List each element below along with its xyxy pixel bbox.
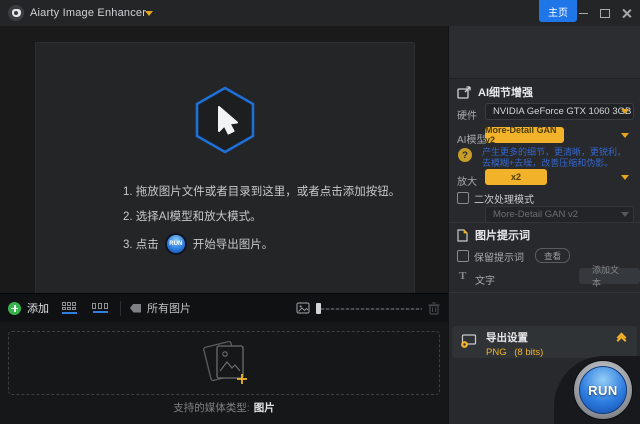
all-images-label: 所有图片 xyxy=(147,300,191,316)
secondary-model-value: More-Detail GAN v2 xyxy=(493,209,578,220)
hardware-dropdown[interactable]: NVIDIA GeForce GTX 1060 3GB xyxy=(485,103,634,120)
minimize-button[interactable] xyxy=(572,0,594,26)
scale-selected-value[interactable]: x2 xyxy=(485,169,547,185)
supported-media-line: 支持的媒体类型: 图片 xyxy=(0,400,448,415)
image-dropzone[interactable]: 1. 拖放图片文件或者目录到这里，或者点击添加按钮。 2. 选择AI模型和放大模… xyxy=(35,42,415,294)
step-3-suffix: 开始导出图片。 xyxy=(193,236,274,252)
tab-all-images[interactable]: 所有图片 xyxy=(130,300,191,316)
settings-sidebar: AI细节增强 硬件 NVIDIA GeForce GTX 1060 3GB AI… xyxy=(448,26,640,424)
close-button[interactable] xyxy=(616,0,638,26)
export-format-value: PNG xyxy=(486,347,507,358)
list-view-button[interactable] xyxy=(89,299,111,317)
slider-track xyxy=(316,308,422,310)
titlebar: Aiarty Image Enhancer 主页 xyxy=(0,0,640,27)
slider-thumb[interactable] xyxy=(316,303,321,314)
text-style-icon: T xyxy=(459,270,466,282)
ai-enhance-title: AI细节增强 xyxy=(478,84,533,100)
hardware-value: NVIDIA GeForce GTX 1060 3GB xyxy=(493,106,631,117)
step-3: 3. 点击 RUN 开始导出图片。 xyxy=(123,233,400,255)
title-dropdown-chevron-icon[interactable] xyxy=(145,11,153,16)
add-button[interactable]: 添加 xyxy=(8,300,49,316)
aiarty-window: Aiarty Image Enhancer 主页 1. 拖放图片文件或者目录到这… xyxy=(0,0,640,424)
help-icon[interactable]: ? xyxy=(458,148,472,162)
add-text-button[interactable]: 添加文本 xyxy=(579,268,640,284)
step-3-prefix: 3. 点击 xyxy=(123,236,159,252)
maximize-icon xyxy=(600,9,610,18)
export-format: PNG (8 bits) xyxy=(486,347,543,358)
collapse-double-chevron-up-icon[interactable] xyxy=(618,334,625,344)
ai-model-chevron-down-icon[interactable] xyxy=(621,133,629,138)
secondary-model-chevron-down-icon xyxy=(621,212,629,217)
model-hint-line2: 去模糊+去噪，改善压缩和伪影。 xyxy=(482,158,626,169)
step-2: 2. 选择AI模型和放大模式。 xyxy=(123,208,400,224)
keep-prompt-label: 保留提示词 xyxy=(474,249,524,264)
close-icon xyxy=(622,8,632,18)
minimize-icon xyxy=(579,13,588,14)
scale-chevron-down-icon[interactable] xyxy=(621,175,629,180)
prompt-title: 图片提示词 xyxy=(475,227,530,243)
toolbar-divider xyxy=(120,301,121,316)
secondary-mode-checkbox[interactable] xyxy=(457,192,469,204)
collapsed-top-panel xyxy=(449,26,640,79)
export-settings-icon xyxy=(460,334,477,349)
enhance-icon xyxy=(457,86,471,99)
hardware-chevron-down-icon xyxy=(621,109,629,114)
add-button-label: 添加 xyxy=(27,300,49,316)
app-logo-icon xyxy=(8,5,24,21)
hexagon-cursor-icon xyxy=(193,85,257,160)
export-title: 导出设置 xyxy=(486,330,543,345)
run-button-label: RUN xyxy=(579,366,627,414)
tag-icon xyxy=(130,304,141,313)
text-label: 文字 xyxy=(475,272,495,287)
image-size-icon xyxy=(296,302,310,314)
grid-view-button[interactable] xyxy=(58,299,80,317)
supported-media-value: 图片 xyxy=(254,402,275,414)
thumbnail-size-group xyxy=(296,302,440,315)
add-plus-icon xyxy=(8,302,21,315)
dropzone-dashed-border xyxy=(8,331,440,395)
main-area: 1. 拖放图片文件或者目录到这里，或者点击添加按钮。 2. 选择AI模型和放大模… xyxy=(0,26,448,424)
section-divider xyxy=(449,222,640,223)
scale-label: 放大 xyxy=(457,173,477,188)
section-prompt-header: 图片提示词 xyxy=(457,227,530,243)
ai-model-label: AI模型 xyxy=(457,131,486,146)
model-hint-text: 产生更多的细节，更清晰，更锐利， 去模糊+去噪，改善压缩和伪影。 xyxy=(482,147,626,169)
view-prompt-button[interactable]: 查看 xyxy=(535,248,570,263)
export-settings-panel[interactable]: 导出设置 PNG (8 bits) xyxy=(452,326,637,358)
trash-icon[interactable] xyxy=(428,302,440,315)
run-button[interactable]: RUN xyxy=(573,360,633,420)
export-bits-value: (8 bits) xyxy=(514,347,543,358)
run-badge-icon: RUN xyxy=(165,233,187,255)
hardware-label: 硬件 xyxy=(457,107,477,122)
instruction-steps: 1. 拖放图片文件或者目录到这里，或者点击添加按钮。 2. 选择AI模型和放大模… xyxy=(123,183,400,255)
section-divider-2 xyxy=(449,292,640,293)
add-images-placeholder-icon xyxy=(193,338,255,388)
thumbnail-size-slider[interactable] xyxy=(316,303,422,314)
keep-prompt-checkbox[interactable] xyxy=(457,250,469,262)
model-hint-line1: 产生更多的细节，更清晰，更锐利， xyxy=(482,147,626,158)
ai-model-selected-value[interactable]: More-Detail GAN v2 xyxy=(485,127,564,143)
prompt-document-icon xyxy=(457,229,468,242)
supported-media-label: 支持的媒体类型: xyxy=(173,402,249,414)
window-controls xyxy=(572,0,638,26)
list-view-icon xyxy=(92,303,109,309)
toolbar: 添加 所有图片 xyxy=(0,293,448,322)
maximize-button[interactable] xyxy=(594,0,616,26)
step-1: 1. 拖放图片文件或者目录到这里，或者点击添加按钮。 xyxy=(123,183,400,199)
secondary-model-dropdown-disabled: More-Detail GAN v2 xyxy=(485,206,634,223)
secondary-mode-label: 二次处理模式 xyxy=(474,191,534,206)
thumbnail-strip-dropzone[interactable]: 支持的媒体类型: 图片 xyxy=(0,322,448,424)
section-ai-enhance-header: AI细节增强 xyxy=(457,84,533,100)
grid-view-icon xyxy=(62,302,76,310)
app-title: Aiarty Image Enhancer xyxy=(30,0,146,26)
